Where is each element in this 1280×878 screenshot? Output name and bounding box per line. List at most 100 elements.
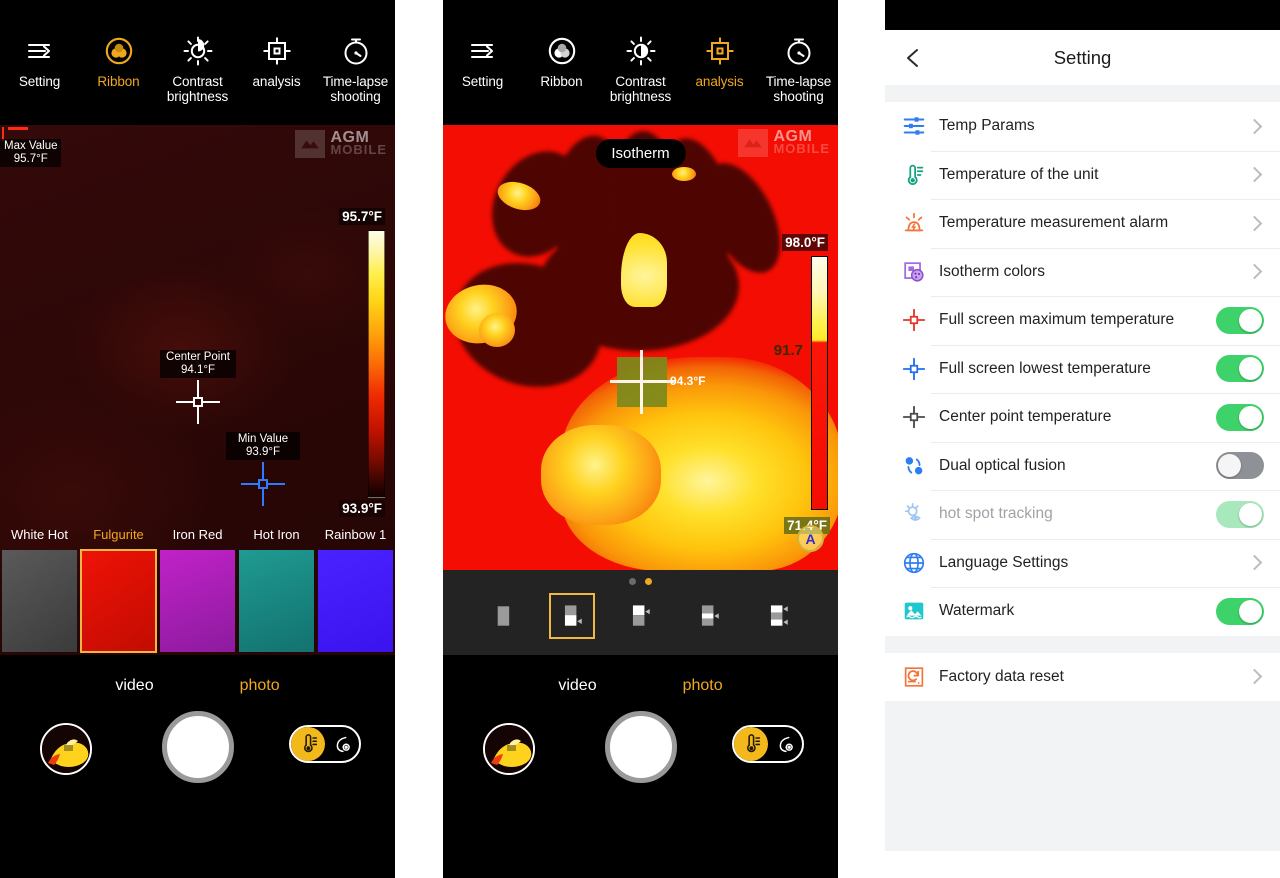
setting-label: Factory data reset [939,667,1064,685]
timelapse-stopwatch-icon [782,34,816,68]
toggle-full-screen-lowest-temperature[interactable] [1216,355,1264,383]
section-gap-top [885,85,1280,102]
top-toolbar-panel1: Setting Ribbon Contrast brightness analy… [0,0,395,125]
auto-mode-badge[interactable]: A [797,525,824,552]
setting-label: Language Settings [939,553,1069,571]
palette-item-fulgurite[interactable]: Fulgurite [79,525,158,655]
setting-label: Center point temperature [939,408,1112,426]
setting-row-center-point-temperature[interactable]: Center point temperature [885,393,1280,442]
page-dot-1[interactable] [629,578,636,585]
toggle-center-point-temperature[interactable] [1216,403,1264,431]
agm-watermark: AGM MOBILE [738,129,830,157]
gallery-thumbnail-button[interactable] [483,723,535,775]
setting-row-factory-data-reset[interactable]: Factory data reset [885,652,1280,701]
thermal-viewport-panel2[interactable]: Isotherm AGM MOBILE 94.3°F 98.0°F 91.7 A [443,125,838,570]
shutter-button[interactable] [161,711,234,783]
palette-item-white-hot[interactable]: White Hot [0,525,79,655]
toggle-hot-spot-tracking[interactable] [1216,500,1264,528]
palette-item-hot-iron[interactable]: Hot Iron [237,525,316,655]
mode-tab-photo[interactable]: photo [683,677,723,695]
toolbar-label: Setting [461,74,504,89]
mode-tab-video[interactable]: video [115,677,153,695]
agm-wordmark: AGM MOBILE [330,129,387,157]
setting-label: Dual optical fusion [939,456,1066,474]
setting-row-dual-optical-fusion[interactable]: Dual optical fusion [885,441,1280,490]
toggle-dual-optical-fusion[interactable] [1216,452,1264,480]
thermal-thumbnail-icon [485,725,533,773]
region-tool-4[interactable] [686,593,732,639]
toolbar-item-ribbon[interactable]: Ribbon [79,34,158,89]
thermal-night-toggle[interactable] [289,725,361,763]
alarm-temp-icon [899,208,929,238]
setting-row-hot-spot-tracking[interactable]: hot spot tracking [885,490,1280,539]
palette-label: White Hot [10,527,69,542]
agm-mountain-icon [295,130,326,158]
thermometer-icon [734,727,768,761]
toolbar-item-ribbon[interactable]: Ribbon [522,34,601,89]
analysis-target-icon [703,34,737,68]
settings-list-icon [466,34,500,68]
toolbar-item-contrast-brightness[interactable]: Contrast brightness [601,34,680,104]
palette-strip[interactable]: White Hot Fulgurite Iron Red Hot Iron Ra… [0,525,395,655]
hotspot-tracking-icon [899,499,929,529]
center-point-box: Center Point 94.1°F [160,350,236,378]
palette-item-iron-red[interactable]: Iron Red [158,525,237,655]
palette-label: Fulgurite [93,527,144,542]
toggle-full-screen-maximum-temperature[interactable] [1216,306,1264,334]
mode-tab-photo[interactable]: photo [240,677,280,695]
min-value-box: Min Value 93.9°F [226,432,300,460]
min-value-marker: Min Value 93.9°F [226,432,300,506]
region-tool-1[interactable] [480,593,526,639]
palette-swatch [239,550,314,652]
palette-label: Hot Iron [253,527,300,542]
region-tool-5[interactable] [755,593,801,639]
palette-item-rainbow-1[interactable]: Rainbow 1 [316,525,395,655]
mode-tab-video[interactable]: video [558,677,596,695]
timelapse-stopwatch-icon [339,34,373,68]
setting-row-full-screen-lowest-temperature[interactable]: Full screen lowest temperature [885,344,1280,393]
settings-navbar: Setting [885,30,1280,85]
toolbar-item-setting[interactable]: Setting [0,34,79,89]
palette-row: White Hot Fulgurite Iron Red Hot Iron Ra… [0,525,395,655]
setting-label: Watermark [939,602,1015,620]
toolbar-label: Time-lapse shooting [322,74,389,104]
isotherm-badge[interactable]: Isotherm [595,139,686,168]
setting-row-full-screen-maximum-temperature[interactable]: Full screen maximum temperature [885,296,1280,345]
section-gap-middle [885,635,1280,653]
setting-row-temp-params[interactable]: Temp Params [885,102,1280,151]
toolbar-label: analysis [695,74,744,89]
toolbar-item-analysis[interactable]: analysis [237,34,316,89]
toolbar-item-setting[interactable]: Setting [443,34,522,89]
page-indicator [443,570,838,585]
settings-group-1: Temp Params Temperature of the unit Temp… [885,102,1280,636]
setting-row-watermark[interactable]: Watermark [885,587,1280,636]
setting-row-temperature-of-the-unit[interactable]: Temperature of the unit [885,150,1280,199]
toolbar-item-analysis[interactable]: analysis [680,34,759,89]
region-tool-2[interactable] [548,593,595,639]
analysis-target-icon [260,34,294,68]
toolbar-item-timelapse[interactable]: Time-lapse shooting [759,34,838,104]
thermal-camera-ribbon-panel: Setting Ribbon Contrast brightness analy… [0,0,395,878]
toolbar-item-contrast-brightness[interactable]: Contrast brightness [158,34,237,104]
chevron-left-icon[interactable] [901,45,927,71]
chevron-right-icon [1246,263,1263,280]
capture-bar-panel1: video photo [0,655,395,878]
agm-wordmark: AGM MOBILE [773,128,830,156]
toolbar-label: Time-lapse shooting [765,74,832,104]
chevron-right-icon [1246,668,1263,685]
colorbar-panel2: 98.0°F [782,234,828,510]
toolbar-item-timelapse[interactable]: Time-lapse shooting [316,34,395,104]
settings-list-icon [23,34,57,68]
setting-row-temperature-measurement-alarm[interactable]: Temperature measurement alarm [885,199,1280,248]
shutter-button[interactable] [604,711,677,783]
thermal-night-toggle[interactable] [732,725,804,763]
analysis-tool-strip [443,570,838,655]
region-tool-3[interactable] [617,593,663,639]
toggle-watermark[interactable] [1216,597,1264,625]
page-dot-2[interactable] [645,578,652,585]
setting-row-language-settings[interactable]: Language Settings [885,538,1280,587]
analysis-region-box[interactable]: 94.3°F [610,350,705,414]
gallery-thumbnail-button[interactable] [40,723,92,775]
setting-row-isotherm-colors[interactable]: Isotherm colors [885,247,1280,296]
isotherm-colors-icon [899,257,929,287]
